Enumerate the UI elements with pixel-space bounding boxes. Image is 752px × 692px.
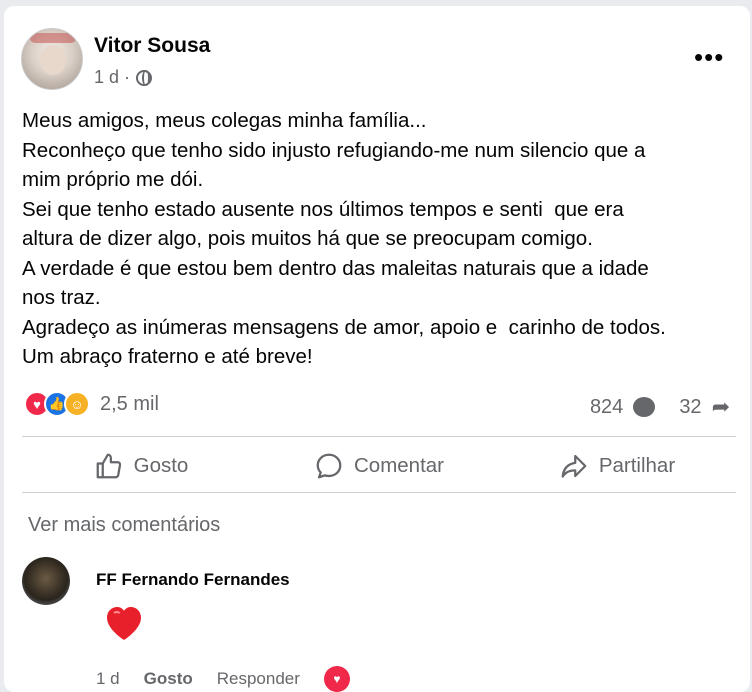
see-more-comments-link[interactable]: Ver mais comentários [28,514,220,537]
share-icon [561,454,587,478]
globe-icon [136,69,153,86]
heart-emoji-icon [107,607,141,640]
post-line: Um abraço fraterno e até breve! [22,345,313,368]
commenter-name[interactable]: FF Fernando Fernandes [96,570,290,590]
like-button[interactable]: Gosto [22,442,260,490]
comment-actions: 1 d Gosto Responder ♥ [96,666,350,692]
post-line: altura de dizer algo, pois muitos há que… [22,227,593,250]
comments-count[interactable]: 824 [590,396,623,419]
reactions-summary[interactable]: ♥ 👍 ☺ 2,5 mil [24,391,159,417]
comment-reply-button[interactable]: Responder [217,669,300,689]
share-arrow-icon: ➦ [711,394,730,419]
post-text: Meus amigos, meus colegas minha família.… [22,106,737,372]
shares-count[interactable]: 32 [679,396,701,419]
comment-time[interactable]: 1 d [96,669,120,689]
post-line: Sei que tenho estado ausente nos últimos… [22,197,624,221]
post-line: nos traz. [22,286,101,309]
thumbs-up-icon [96,453,121,479]
post-line: Agradeço as inúmeras mensagens de amor, … [22,315,666,339]
post-line: Meus amigos, meus colegas minha família.… [22,109,427,132]
post-actions: Gosto Comentar Partilhar [22,442,736,490]
comment-label: Comentar [353,454,444,477]
love-icon[interactable]: ♥ [323,666,350,692]
comment-bubble-icon [633,397,656,417]
like-label: Gosto [133,454,189,477]
post-line: mim próprio me dói. [22,168,204,191]
divider [22,492,736,493]
post-card: Vitor Sousa 1 d · ••• Meus amigos, meus … [4,6,750,692]
care-icon: ☺ [64,391,90,417]
more-options-button[interactable]: ••• [694,42,724,73]
reactions-count[interactable]: 2,5 mil [100,393,159,416]
post-meta: 1 d · [94,67,153,88]
post-time[interactable]: 1 d · [94,67,130,88]
commenter-avatar[interactable] [22,557,70,605]
engagement-counts: 824 32 ➦ [590,394,730,420]
comment-button[interactable]: Comentar [260,442,498,490]
post-line: Reconheço que tenho sido injusto refugia… [22,138,646,162]
comment-like-button[interactable]: Gosto [144,669,193,689]
post-line: A verdade é que estou bem dentro das mal… [22,256,649,280]
divider [22,436,736,437]
comment-icon [316,453,342,479]
share-button[interactable]: Partilhar [498,442,736,490]
share-label: Partilhar [598,454,676,477]
author-avatar[interactable] [21,28,83,90]
author-name[interactable]: Vitor Sousa [94,34,210,58]
